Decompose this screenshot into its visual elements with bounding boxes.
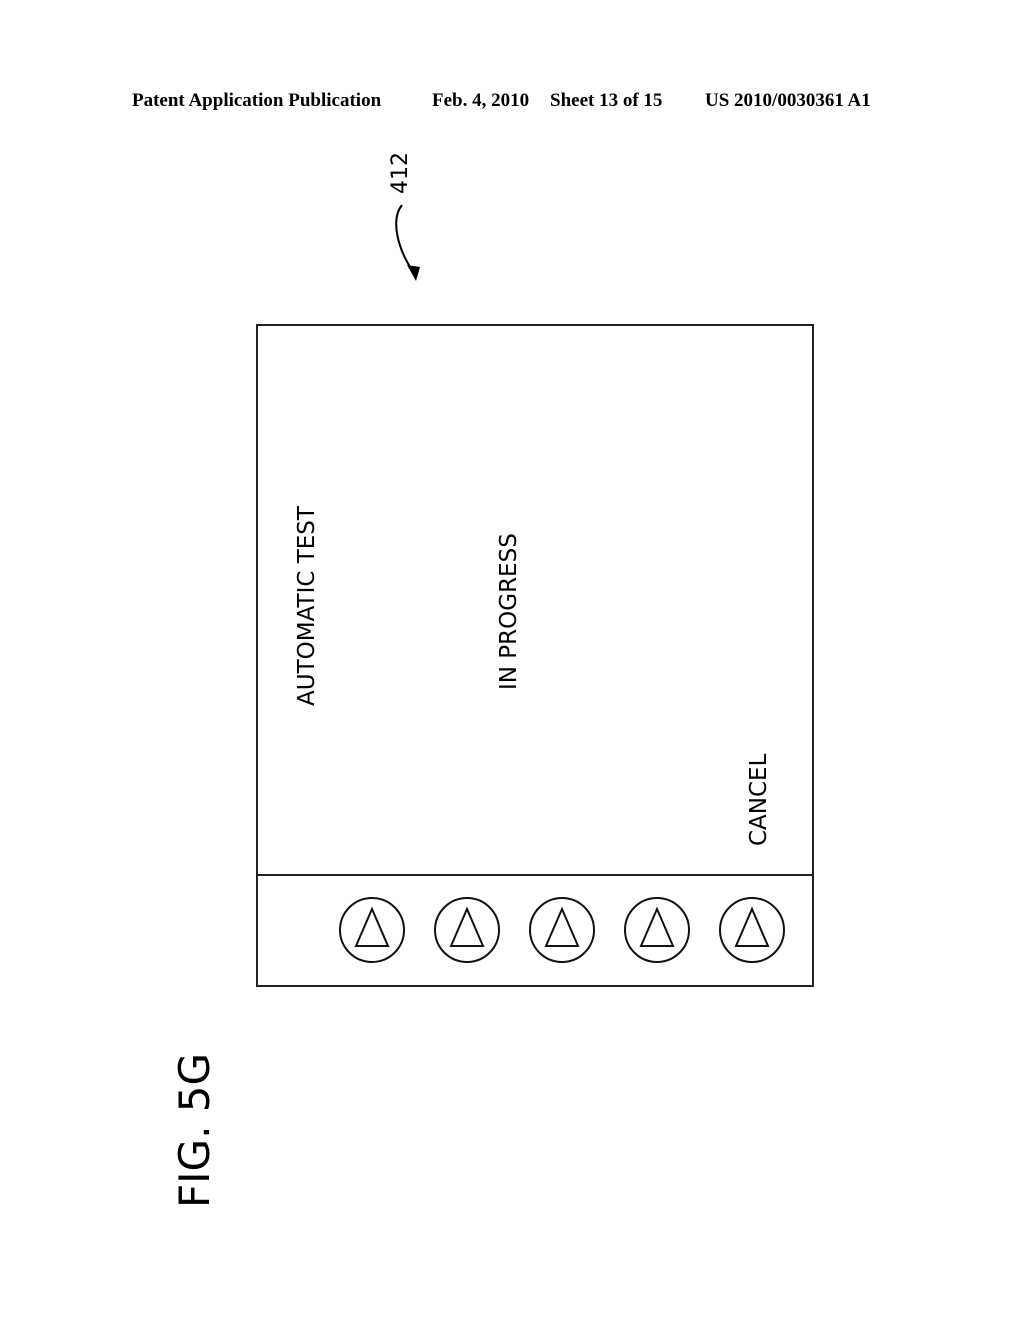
- page-header: Patent Application Publication Feb. 4, 2…: [0, 90, 1024, 114]
- cancel-softkey-label[interactable]: CANCEL: [746, 754, 772, 846]
- button-bar-divider: [258, 874, 812, 876]
- triangle-up-icon: [544, 906, 580, 947]
- triangle-up-icon: [734, 906, 770, 947]
- softkey-button-4[interactable]: [623, 896, 691, 964]
- sheet-number: Sheet 13 of 15: [550, 90, 663, 111]
- softkey-button-5-cancel[interactable]: [718, 896, 786, 964]
- softkey-button-1[interactable]: [338, 896, 406, 964]
- publication-label: Patent Application Publication: [132, 90, 382, 111]
- status-text: IN PROGRESS: [496, 533, 522, 690]
- reference-numeral: 412: [388, 152, 413, 194]
- patent-number: US 2010/0030361 A1: [705, 90, 871, 111]
- publication-date: Feb. 4, 2010: [432, 90, 530, 111]
- leader-arrow-icon: [395, 204, 420, 281]
- triangle-up-icon: [639, 906, 675, 947]
- softkey-button-2[interactable]: [433, 896, 501, 964]
- screen-title: AUTOMATIC TEST: [294, 506, 320, 706]
- triangle-up-icon: [449, 906, 485, 947]
- triangle-up-icon: [354, 906, 390, 947]
- device-screen: [256, 324, 814, 987]
- figure-label: FIG. 5G: [170, 1052, 219, 1208]
- softkey-button-3[interactable]: [528, 896, 596, 964]
